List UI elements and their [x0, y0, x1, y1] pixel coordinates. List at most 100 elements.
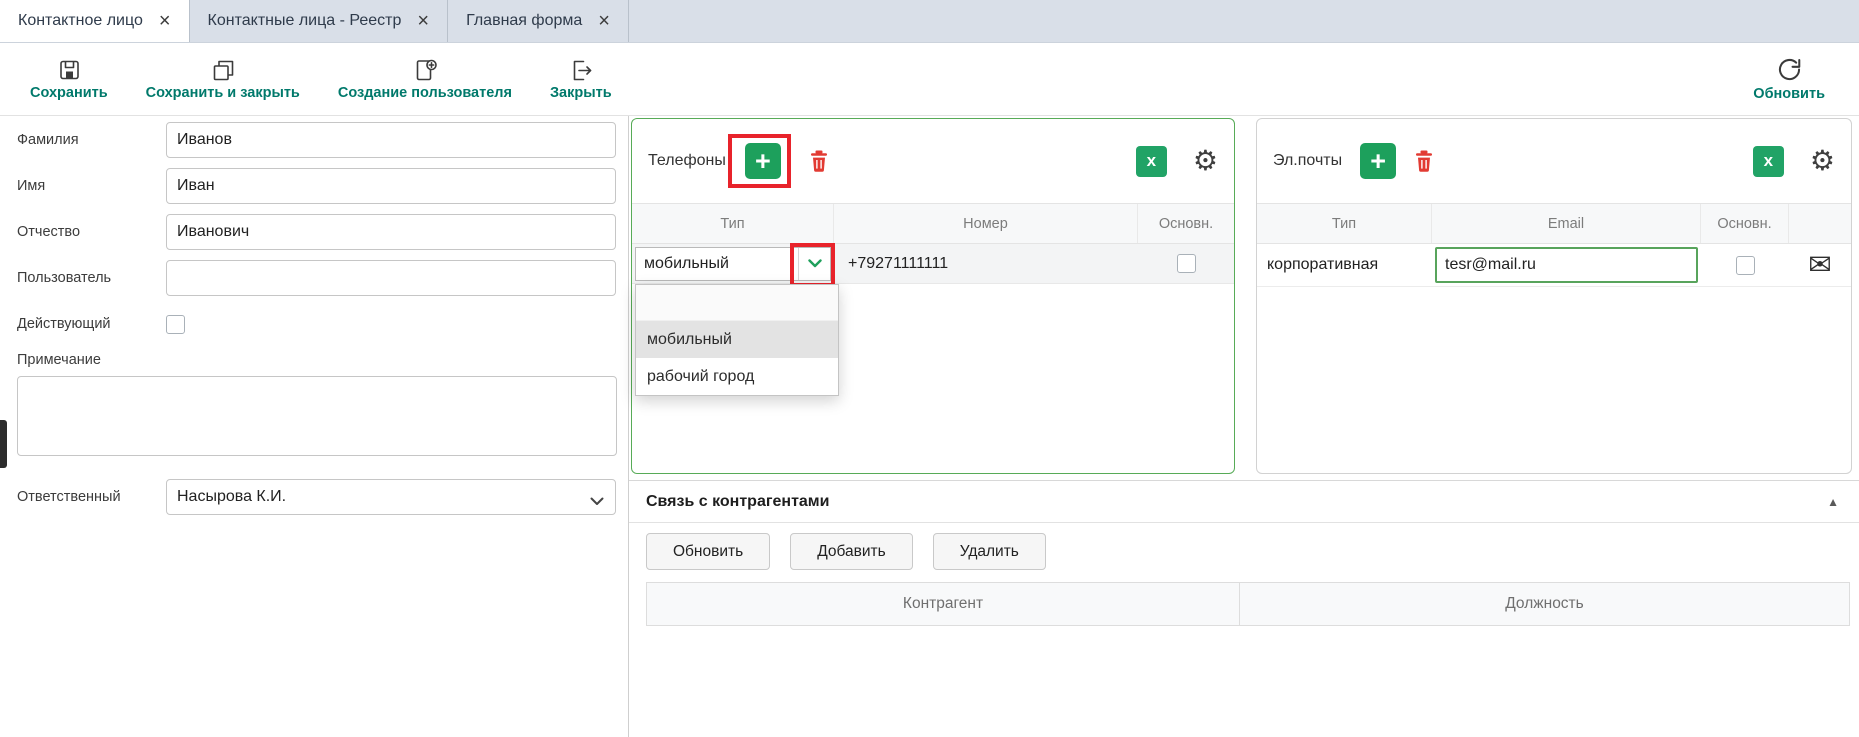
- phones-col-number: Номер: [834, 204, 1138, 243]
- contractors-table-header: Контрагент Должность: [646, 582, 1850, 626]
- note-label: Примечание: [17, 352, 616, 368]
- contractors-section: Связь с контрагентами ▲ Обновить Добавит…: [629, 480, 1859, 737]
- save-icon: [57, 58, 81, 82]
- annotation-highlight-add-phone: +: [728, 134, 791, 188]
- tab-contact-person[interactable]: Контактное лицо ×: [0, 0, 190, 42]
- contractors-col-contractor: Контрагент: [647, 583, 1240, 625]
- create-user-button[interactable]: Создание пользователя: [338, 58, 512, 101]
- phone-main-checkbox[interactable]: [1177, 254, 1196, 273]
- firstname-field[interactable]: [166, 168, 616, 204]
- phone-type-select[interactable]: мобильный: [635, 247, 831, 281]
- contact-form: Фамилия Имя Отчество Пользователь Действ…: [0, 116, 629, 737]
- add-phone-button[interactable]: +: [745, 143, 781, 179]
- close-icon[interactable]: ×: [417, 11, 429, 31]
- user-label: Пользователь: [17, 270, 166, 286]
- phone-number-cell: +79271111111: [834, 255, 1138, 273]
- exit-door-icon: [569, 58, 593, 82]
- emails-col-main: Основн.: [1701, 204, 1789, 243]
- panel-resize-handle[interactable]: [0, 420, 7, 468]
- email-action-cell: ✉: [1789, 251, 1851, 279]
- contractors-table-body: [629, 626, 1859, 737]
- emails-panel: Эл.почты + x ⚙ Тип Email Основн.: [1256, 118, 1852, 474]
- phone-table-row[interactable]: мобильный +79271111111: [632, 244, 1234, 284]
- add-email-button[interactable]: +: [1360, 143, 1396, 179]
- contractors-col-position: Должность: [1240, 583, 1849, 625]
- refresh-button-label: Обновить: [1753, 86, 1825, 102]
- emails-panel-title: Эл.почты: [1273, 152, 1342, 170]
- tab-label: Главная форма: [466, 12, 582, 30]
- form-row-responsible: Ответственный Насырова К.И.: [17, 479, 616, 515]
- email-table-row[interactable]: корпоративная ✉: [1257, 244, 1851, 287]
- right-region: Телефоны + x ⚙ Тип Но: [629, 116, 1859, 737]
- form-row-active: Действующий: [17, 306, 616, 342]
- emails-settings-gear-icon[interactable]: ⚙: [1810, 147, 1835, 175]
- email-field[interactable]: [1435, 247, 1698, 283]
- phone-type-cell: мобильный: [632, 244, 834, 283]
- create-user-button-label: Создание пользователя: [338, 85, 512, 101]
- email-type-cell: корпоративная: [1257, 256, 1432, 274]
- email-main-cell: [1701, 256, 1789, 275]
- phones-panel: Телефоны + x ⚙ Тип Но: [631, 118, 1235, 474]
- close-icon[interactable]: ×: [598, 11, 610, 31]
- tab-bar: Контактное лицо × Контактные лица - Реес…: [0, 0, 1859, 43]
- contractors-toolbar: Обновить Добавить Удалить: [629, 523, 1859, 576]
- tab-main-form[interactable]: Главная форма ×: [448, 0, 629, 42]
- phones-settings-gear-icon[interactable]: ⚙: [1193, 147, 1218, 175]
- emails-col-email: Email: [1432, 204, 1701, 243]
- emails-excel-export-button[interactable]: x: [1753, 146, 1784, 177]
- middlename-label: Отчество: [17, 224, 166, 240]
- contractors-delete-button[interactable]: Удалить: [933, 533, 1046, 570]
- active-checkbox[interactable]: [166, 315, 185, 334]
- close-form-button-label: Закрыть: [550, 85, 612, 101]
- phones-table-header: Тип Номер Основн.: [632, 203, 1234, 244]
- dropdown-option-empty[interactable]: [636, 285, 838, 321]
- phones-col-main: Основн.: [1138, 204, 1234, 243]
- contractors-header: Связь с контрагентами ▲: [629, 480, 1859, 523]
- phone-type-select-value: мобильный: [636, 255, 729, 273]
- delete-email-button[interactable]: [1414, 150, 1434, 172]
- delete-phone-button[interactable]: [809, 150, 829, 172]
- firstname-label: Имя: [17, 178, 166, 194]
- middlename-field[interactable]: [166, 214, 616, 250]
- save-and-close-button[interactable]: Сохранить и закрыть: [146, 58, 300, 101]
- phones-panel-header: Телефоны + x ⚙: [632, 119, 1234, 203]
- toolbar: Сохранить Сохранить и закрыть Создание: [0, 43, 1859, 116]
- phones-panel-title: Телефоны: [648, 152, 726, 170]
- chevron-down-icon[interactable]: [798, 248, 830, 280]
- create-user-icon: [413, 58, 437, 82]
- envelope-icon[interactable]: ✉: [1808, 251, 1831, 279]
- refresh-icon: [1776, 56, 1803, 83]
- contractors-add-button[interactable]: Добавить: [790, 533, 913, 570]
- lastname-field[interactable]: [166, 122, 616, 158]
- phone-type-dropdown-list: мобильный рабочий город: [635, 284, 839, 396]
- note-field[interactable]: [17, 376, 617, 456]
- form-row-middlename: Отчество: [17, 214, 616, 250]
- dropdown-option-work-city[interactable]: рабочий город: [636, 358, 838, 395]
- save-button[interactable]: Сохранить: [30, 58, 108, 101]
- phones-excel-export-button[interactable]: x: [1136, 146, 1167, 177]
- contractors-title: Связь с контрагентами: [646, 493, 829, 511]
- email-value-cell: [1432, 247, 1701, 283]
- tab-label: Контактное лицо: [18, 12, 143, 30]
- responsible-select[interactable]: Насырова К.И.: [166, 479, 616, 515]
- form-row-firstname: Имя: [17, 168, 616, 204]
- emails-panel-header: Эл.почты + x ⚙: [1257, 119, 1851, 203]
- close-icon[interactable]: ×: [159, 11, 171, 31]
- user-field[interactable]: [166, 260, 616, 296]
- close-form-button[interactable]: Закрыть: [550, 58, 612, 101]
- refresh-button[interactable]: Обновить: [1753, 56, 1825, 102]
- form-row-lastname: Фамилия: [17, 122, 616, 158]
- tab-contacts-registry[interactable]: Контактные лица - Реестр ×: [190, 0, 449, 42]
- email-main-checkbox[interactable]: [1736, 256, 1755, 275]
- chevron-down-icon: [590, 493, 604, 511]
- responsible-select-value: Насырова К.И.: [177, 488, 286, 506]
- form-row-user: Пользователь: [17, 260, 616, 296]
- emails-col-type: Тип: [1257, 204, 1432, 243]
- contractors-refresh-button[interactable]: Обновить: [646, 533, 770, 570]
- dropdown-option-mobile[interactable]: мобильный: [636, 321, 838, 358]
- lastname-label: Фамилия: [17, 132, 166, 148]
- save-and-close-button-label: Сохранить и закрыть: [146, 85, 300, 101]
- tab-label: Контактные лица - Реестр: [208, 12, 402, 30]
- collapse-arrow-icon[interactable]: ▲: [1827, 496, 1839, 508]
- save-button-label: Сохранить: [30, 85, 108, 101]
